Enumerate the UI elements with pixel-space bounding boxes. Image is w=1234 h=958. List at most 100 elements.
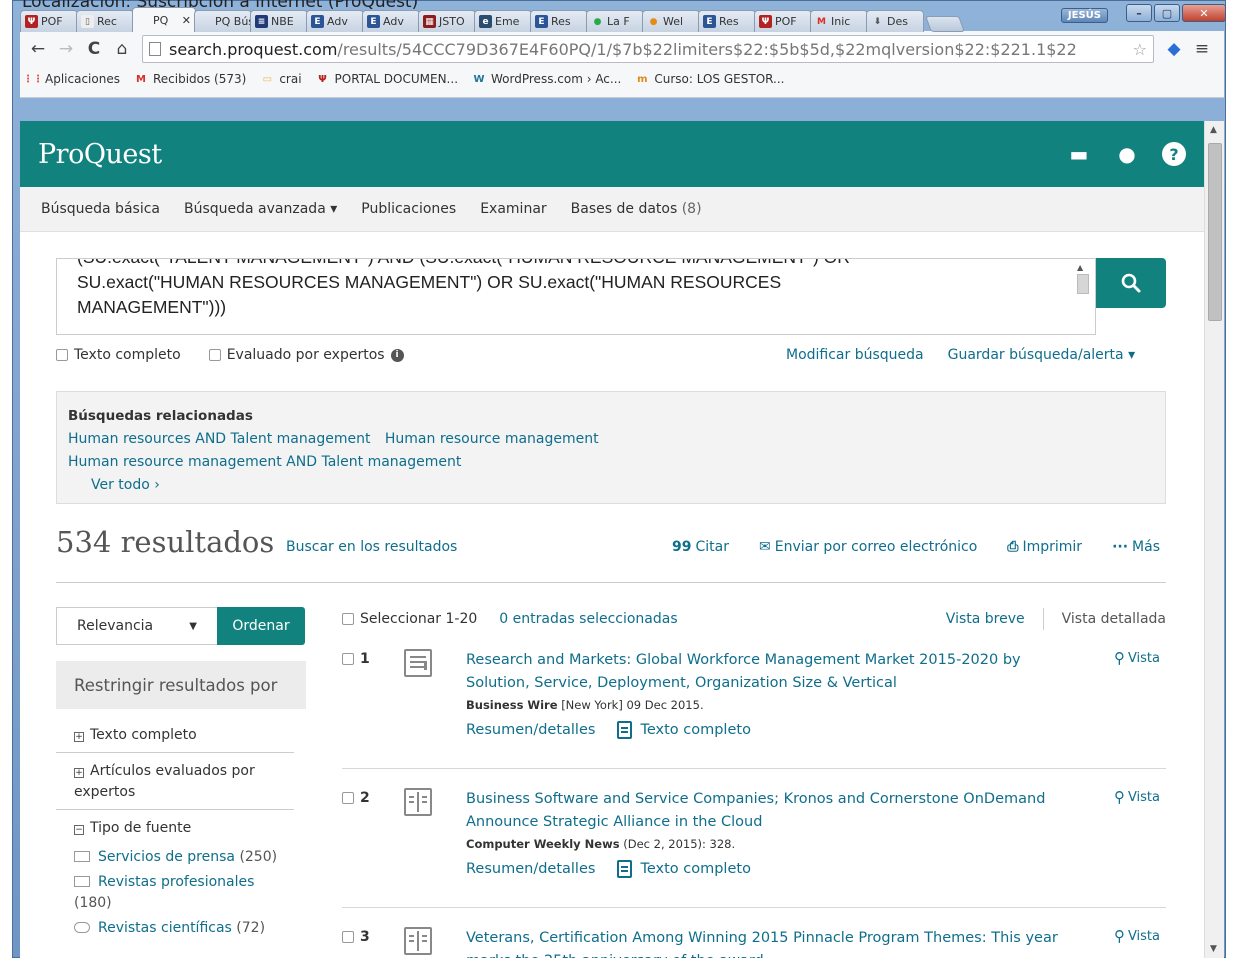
bookmark-star-icon[interactable]: ☆ <box>1128 39 1147 59</box>
modify-search-link[interactable]: Modificar búsqueda <box>786 347 924 363</box>
back-button[interactable]: ← <box>26 37 50 61</box>
see-all-link[interactable]: Ver todo › <box>91 477 160 493</box>
nav-browse[interactable]: Examinar <box>480 201 546 217</box>
source-type-link[interactable]: Servicios de prensa <box>98 849 235 865</box>
source-type-link[interactable]: Revistas científicas <box>98 920 232 936</box>
user-icon[interactable]: ● <box>1114 141 1140 167</box>
browser-tab[interactable]: E Res <box>698 10 756 32</box>
peer-reviewed-filter[interactable]: Evaluado por expertos i <box>208 347 404 363</box>
result-checkbox[interactable] <box>342 931 354 943</box>
browser-tab[interactable]: e Eme <box>474 10 532 32</box>
email-action[interactable]: ✉ Enviar por correo electrónico <box>759 539 977 555</box>
source-type-item[interactable]: Revistas profesionales (180) <box>56 870 294 916</box>
result-checkbox[interactable] <box>342 653 354 665</box>
browser-tab[interactable]: E Adv <box>362 10 420 32</box>
bookmark-item[interactable]: ⋮⋮ Aplicaciones <box>23 72 120 86</box>
full-text-checkbox[interactable] <box>56 349 68 361</box>
minimize-button[interactable]: – <box>1126 4 1152 22</box>
search-button[interactable] <box>1096 258 1166 308</box>
address-bar[interactable]: search.proquest.com/results/54CCC79D367E… <box>142 35 1154 63</box>
info-icon[interactable]: i <box>390 348 404 362</box>
facet-peer-reviewed[interactable]: + Artículos evaluados por expertos <box>56 753 294 810</box>
bookmark-item[interactable]: M Recibidos (573) <box>134 72 246 86</box>
sort-select[interactable]: Relevancia ▼ <box>56 607 218 645</box>
cite-action[interactable]: 99 Citar <box>672 539 729 555</box>
selected-items-link[interactable]: 0 entradas seleccionadas <box>499 611 677 627</box>
home-button[interactable]: ⌂ <box>110 37 134 61</box>
close-window-button[interactable]: ✕ <box>1182 4 1226 22</box>
menu-icon[interactable]: ≡ <box>1190 37 1214 61</box>
nav-databases[interactable]: Bases de datos (8) <box>571 201 702 217</box>
browser-tab[interactable]: Ψ POF <box>20 10 78 32</box>
facet-full-text[interactable]: + Texto completo <box>56 717 294 753</box>
select-all[interactable]: Seleccionar 1-20 <box>342 611 477 627</box>
nav-publications[interactable]: Publicaciones <box>361 201 456 217</box>
result-checkbox[interactable] <box>342 792 354 804</box>
related-search-link[interactable]: Human resources AND Talent management <box>68 431 370 447</box>
folder-icon[interactable]: ▬ <box>1066 141 1092 167</box>
full-text-filter[interactable]: Texto completo <box>56 347 181 363</box>
new-tab-button[interactable] <box>925 16 965 32</box>
brief-view-link[interactable]: Vista breve <box>946 611 1025 627</box>
preview-link[interactable]: ⚲ Vista <box>1114 649 1160 667</box>
scroll-down-icon[interactable]: ▼ <box>1210 944 1217 954</box>
browser-tab[interactable]: PQ ✕ <box>132 7 196 32</box>
search-within-link[interactable]: Buscar en los resultados <box>286 539 457 555</box>
save-search-link[interactable]: Guardar búsqueda/alerta ▾ <box>948 347 1135 363</box>
collapse-icon[interactable]: − <box>74 825 84 835</box>
forward-button[interactable]: → <box>54 37 78 61</box>
browser-tab[interactable]: E Adv <box>306 10 364 32</box>
extension-icon[interactable]: ◆ <box>1162 37 1186 61</box>
bookmark-item[interactable]: Ψ PORTAL DOCUMEN... <box>316 72 458 86</box>
bookmark-item[interactable]: W WordPress.com › Ac... <box>472 72 622 86</box>
bookmark-item[interactable]: ▭ crai <box>260 72 302 86</box>
scroll-up-icon[interactable]: ▲ <box>1210 125 1217 135</box>
abstract-details-link[interactable]: Resumen/detalles <box>466 722 595 738</box>
result-title-link[interactable]: Research and Markets: Global Workforce M… <box>466 649 1082 695</box>
source-type-item[interactable]: Revistas científicas (72) <box>56 916 294 941</box>
scroll-up-icon[interactable]: ▲ <box>1077 263 1091 272</box>
result-title-link[interactable]: Veterans, Certification Among Winning 20… <box>466 927 1082 958</box>
scroll-thumb[interactable] <box>1208 143 1222 321</box>
more-action[interactable]: ··· Más <box>1112 539 1160 555</box>
browser-tab[interactable]: ▦ JSTO <box>418 10 476 32</box>
search-textarea[interactable]: (SU.exact("TALENT MANAGEMENT") AND (SU.e… <box>56 258 1096 335</box>
related-search-link[interactable]: Human resource management <box>385 431 599 447</box>
proquest-logo[interactable]: ProQuest <box>38 139 162 170</box>
browser-tab[interactable]: ⬇ Des <box>866 10 924 32</box>
preview-link[interactable]: ⚲ Vista <box>1114 927 1160 945</box>
textarea-scrollbar[interactable]: ▲ <box>1077 263 1091 331</box>
tab-close-icon[interactable]: ✕ <box>182 14 191 27</box>
nav-basic-search[interactable]: Búsqueda básica <box>41 201 160 217</box>
bookmark-item[interactable]: m Curso: LOS GESTOR... <box>635 72 784 86</box>
browser-tab[interactable]: Ψ POF <box>754 10 812 32</box>
full-text-link[interactable]: Texto completo <box>617 721 751 739</box>
browser-tab[interactable]: E Res <box>530 10 588 32</box>
full-text-link[interactable]: Texto completo <box>617 860 751 878</box>
expand-icon[interactable]: + <box>74 768 84 778</box>
abstract-details-link[interactable]: Resumen/detalles <box>466 861 595 877</box>
select-all-checkbox[interactable] <box>342 613 354 625</box>
source-type-item[interactable]: Servicios de prensa (250) <box>56 845 294 870</box>
nav-advanced-search[interactable]: Búsqueda avanzada ▾ <box>184 201 337 217</box>
facet-source-type[interactable]: − Tipo de fuente <box>56 810 294 845</box>
preview-link[interactable]: ⚲ Vista <box>1114 788 1160 806</box>
scroll-thumb[interactable] <box>1077 274 1089 294</box>
peer-reviewed-checkbox[interactable] <box>208 349 221 361</box>
source-type-link[interactable]: Revistas profesionales <box>98 874 254 890</box>
browser-tab[interactable]: M Inic <box>810 10 868 32</box>
browser-tab[interactable]: ● Wel <box>642 10 700 32</box>
browser-tab[interactable]: ▯ Rec <box>76 10 134 32</box>
related-search-link[interactable]: Human resource management AND Talent man… <box>68 454 461 470</box>
print-action[interactable]: ⎙ Imprimir <box>1007 539 1082 555</box>
maximize-button[interactable]: ▢ <box>1154 4 1180 22</box>
reload-button[interactable]: C <box>82 37 106 61</box>
page-scrollbar[interactable]: ▲ ▼ <box>1204 121 1224 958</box>
result-title-link[interactable]: Business Software and Service Companies;… <box>466 788 1082 834</box>
expand-icon[interactable]: + <box>74 732 84 742</box>
browser-tab[interactable]: PQ Bús <box>194 10 252 32</box>
sort-button[interactable]: Ordenar <box>217 607 305 645</box>
browser-tab[interactable]: ● La F <box>586 10 644 32</box>
profile-chip[interactable]: JESÚS <box>1060 8 1108 23</box>
browser-tab[interactable]: ≡ NBE <box>250 10 308 32</box>
